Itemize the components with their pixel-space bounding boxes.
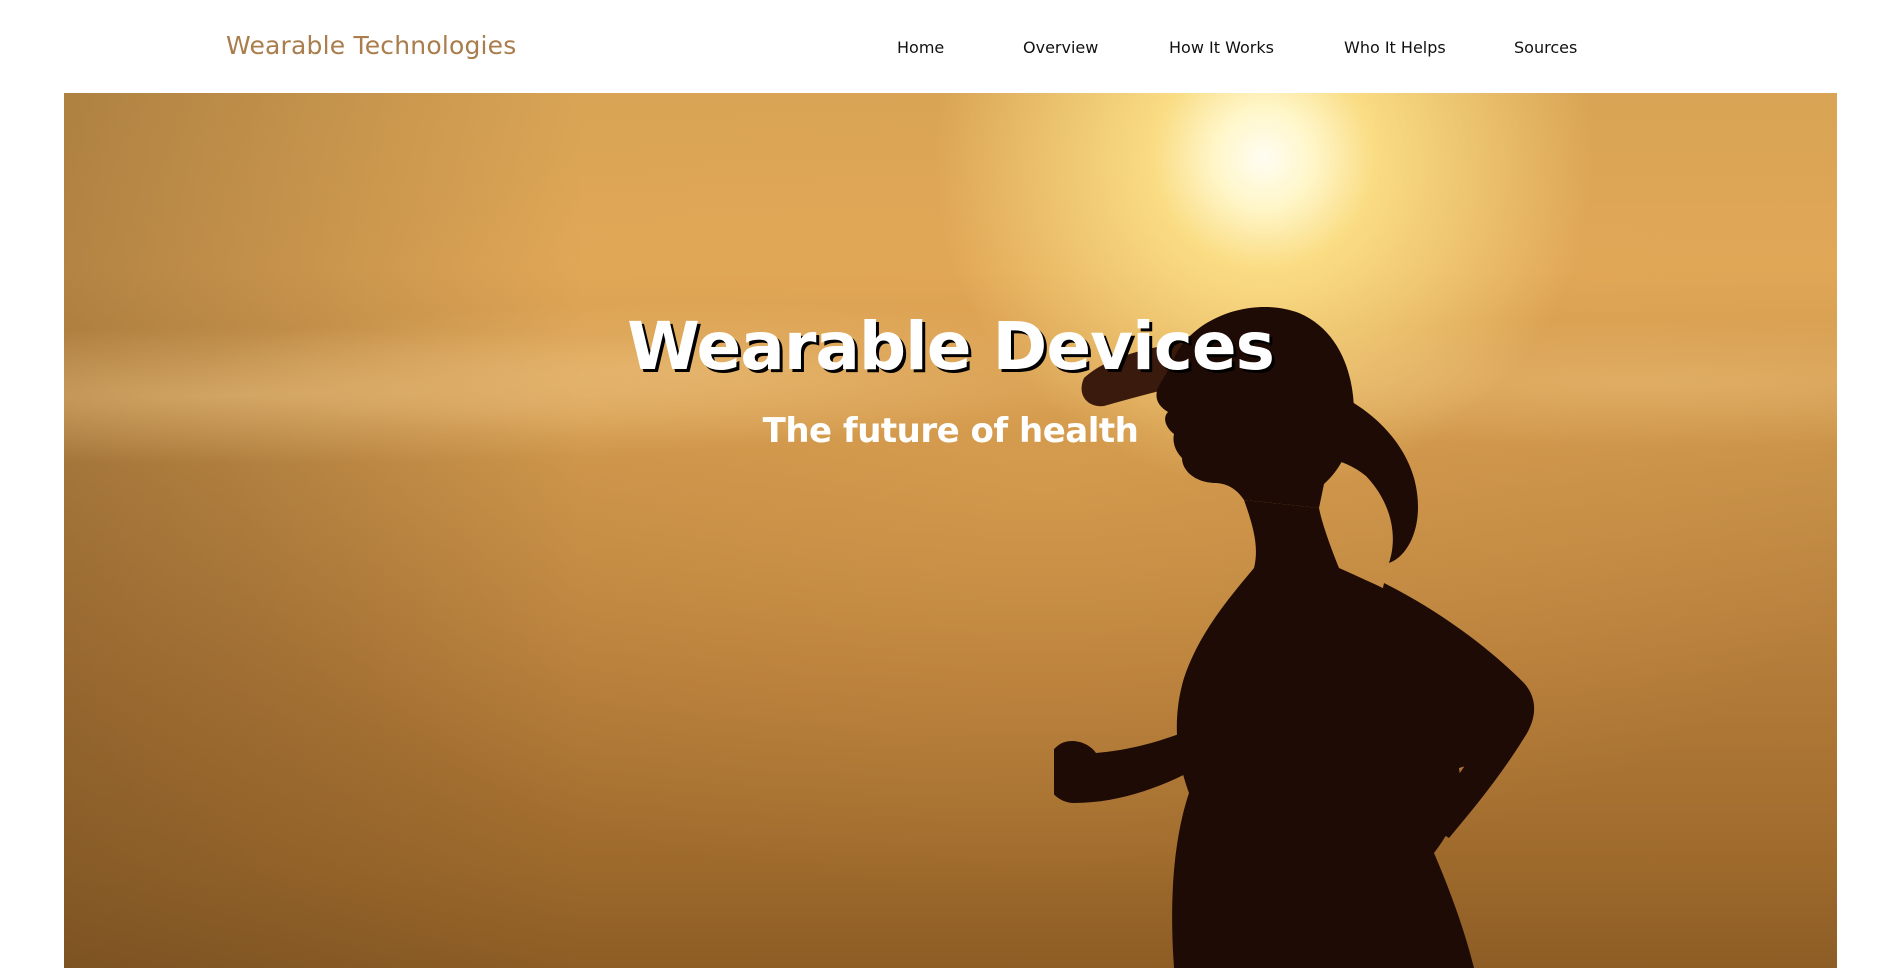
hero-subtitle: The future of health [762,411,1139,451]
nav-link-who-it-helps[interactable]: Who It Helps [1344,38,1446,57]
nav-menu: Home Overview How It Works Who It Helps … [0,38,1900,62]
runner-body [1172,500,1518,968]
hero-title: Wearable Devices [627,308,1275,385]
nav-link-sources[interactable]: Sources [1514,38,1577,57]
navbar: Wearable Technologies Home Overview How … [0,0,1900,93]
nav-link-how-it-works[interactable]: How It Works [1169,38,1274,57]
nav-link-home[interactable]: Home [897,38,944,57]
nav-link-overview[interactable]: Overview [1023,38,1098,57]
hero-banner: Wearable Devices The future of health [64,93,1837,968]
